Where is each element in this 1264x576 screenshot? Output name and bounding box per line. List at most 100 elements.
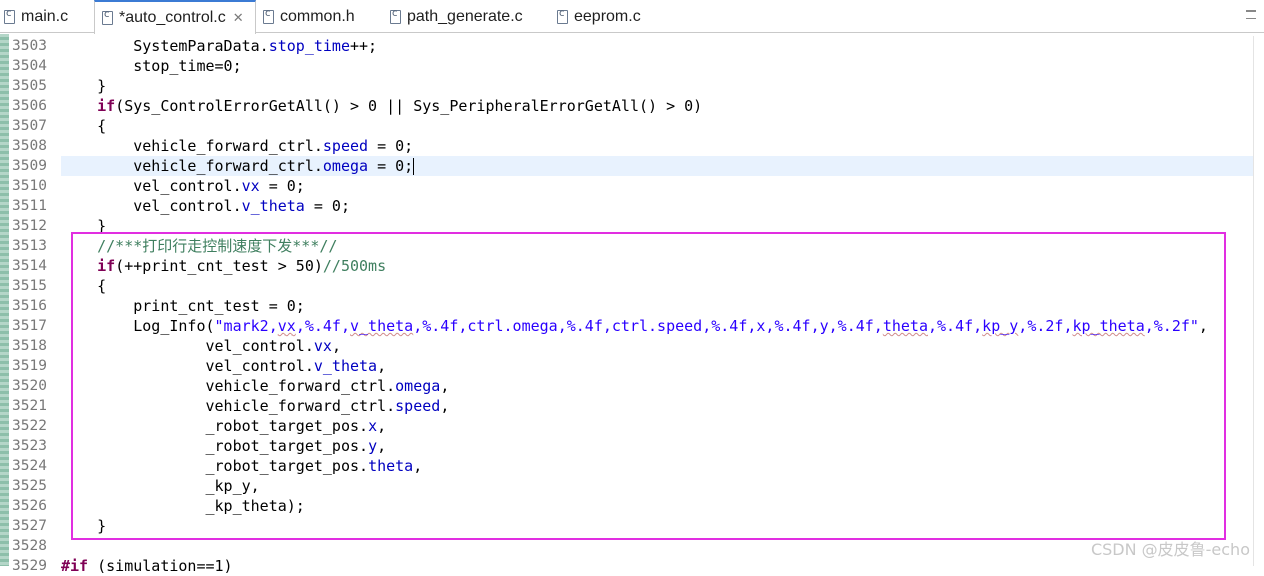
- code-text: = 0;: [368, 157, 414, 175]
- code-line[interactable]: 3505 }: [0, 76, 1256, 96]
- tab-common-h[interactable]: common.h: [263, 0, 355, 33]
- code-text: ,: [331, 337, 341, 355]
- string-literal: theta: [882, 317, 928, 335]
- code-text: }: [97, 77, 107, 95]
- code-line[interactable]: 3528: [0, 536, 1256, 556]
- code-line[interactable]: 3508 vehicle_forward_ctrl.speed = 0;: [0, 136, 1256, 156]
- tab-main-c[interactable]: main.c: [4, 0, 68, 33]
- line-number: 3522: [12, 418, 47, 434]
- code-text: ,: [1198, 317, 1208, 335]
- code-line[interactable]: 3519 vel_control.v_theta,: [0, 356, 1256, 376]
- string-literal: "mark2,: [214, 317, 278, 335]
- code-line[interactable]: 3522 _robot_target_pos.x,: [0, 416, 1256, 436]
- field-name: vx: [241, 177, 260, 195]
- c-file-icon: [4, 8, 15, 24]
- code-line[interactable]: 3527 }: [0, 516, 1256, 536]
- code-content: if(++print_cnt_test > 50)//500ms: [61, 256, 386, 276]
- vertical-scrollbar[interactable]: [1253, 36, 1264, 566]
- code-line[interactable]: 3511 vel_control.v_theta = 0;: [0, 196, 1256, 216]
- code-content: }: [61, 216, 106, 236]
- code-line[interactable]: 3509 vehicle_forward_ctrl.omega = 0;: [0, 156, 1256, 176]
- editor-tab-bar: main.c *auto_control.c ✕ common.h path_g…: [0, 0, 1264, 34]
- code-line[interactable]: 3506 if(Sys_ControlErrorGetAll() > 0 || …: [0, 96, 1256, 116]
- code-line[interactable]: 3510 vel_control.vx = 0;: [0, 176, 1256, 196]
- code-text: ++;: [350, 37, 378, 55]
- tab-eeprom-c[interactable]: eeprom.c: [557, 0, 641, 33]
- field-name: omega: [322, 157, 369, 175]
- code-line[interactable]: 3529 #if (simulation==1): [0, 556, 1256, 576]
- code-text: vel_control.: [205, 357, 314, 375]
- c-file-icon: [557, 8, 568, 24]
- line-number: 3503: [12, 38, 47, 54]
- tab-auto-control-c[interactable]: *auto_control.c ✕: [94, 0, 256, 34]
- code-line[interactable]: 3507 {: [0, 116, 1256, 136]
- string-literal: ,%.4f,: [295, 317, 350, 335]
- line-number: 3509: [12, 158, 47, 174]
- code-text: _robot_target_pos.: [205, 417, 369, 435]
- string-literal: v_theta: [350, 317, 414, 335]
- code-line[interactable]: 3516 print_cnt_test = 0;: [0, 296, 1256, 316]
- code-text: vehicle_forward_ctrl.: [133, 137, 323, 155]
- code-text: {: [97, 117, 107, 135]
- close-icon[interactable]: ✕: [233, 11, 244, 26]
- line-number: 3529: [12, 558, 47, 574]
- code-text: ,: [413, 457, 423, 475]
- code-text: _robot_target_pos.: [205, 457, 369, 475]
- code-line[interactable]: 3526 _kp_theta);: [0, 496, 1256, 516]
- line-number: 3525: [12, 478, 47, 494]
- code-text: }: [97, 217, 107, 235]
- code-line[interactable]: 3523 _robot_target_pos.y,: [0, 436, 1256, 456]
- code-text: vel_control.: [133, 177, 242, 195]
- field-name: v_theta: [241, 197, 305, 215]
- code-text: = 0;: [304, 197, 350, 215]
- code-text: (simulation==1): [88, 557, 233, 575]
- line-number: 3505: [12, 78, 47, 94]
- code-editor[interactable]: 3503 SystemParaData.stop_time++; 3504 sto…: [0, 36, 1256, 576]
- code-line[interactable]: 3520 vehicle_forward_ctrl.omega,: [0, 376, 1256, 396]
- string-literal: kp_theta: [1072, 317, 1145, 335]
- code-text: Log_Info(: [133, 317, 215, 335]
- code-line[interactable]: 3512 }: [0, 216, 1256, 236]
- string-literal: ,%.4f,ctrl.omega,%.4f,ctrl.speed,%.4f,x,…: [413, 317, 883, 335]
- string-literal: ,%.2f,: [1018, 317, 1073, 335]
- line-number: 3516: [12, 298, 47, 314]
- code-text: (++print_cnt_test > 50): [115, 257, 323, 275]
- code-line[interactable]: 3518 vel_control.vx,: [0, 336, 1256, 356]
- code-line[interactable]: 3513 //***打印行走控制速度下发***//: [0, 236, 1256, 256]
- string-literal: ,%.4f,: [927, 317, 983, 335]
- tab-path-generate-c[interactable]: path_generate.c: [390, 0, 523, 33]
- code-line[interactable]: 3521 vehicle_forward_ctrl.speed,: [0, 396, 1256, 416]
- code-line[interactable]: 3525 _kp_y,: [0, 476, 1256, 496]
- code-line[interactable]: 3514 if(++print_cnt_test > 50)//500ms: [0, 256, 1256, 276]
- line-number: 3523: [12, 438, 47, 454]
- keyword: #if: [61, 557, 89, 575]
- code-line[interactable]: 3504 stop_time=0;: [0, 56, 1256, 76]
- field-name: v_theta: [313, 357, 378, 375]
- code-text: = 0;: [368, 137, 414, 155]
- code-text: vel_control.: [133, 197, 242, 215]
- string-literal: kp_y: [982, 317, 1019, 335]
- code-text: {: [97, 277, 107, 295]
- minimize-icon[interactable]: [1246, 10, 1256, 19]
- code-line[interactable]: 3517 Log_Info("mark2,vx,%.4f,v_theta,%.4…: [0, 316, 1256, 336]
- field-name: theta: [368, 457, 414, 475]
- code-line[interactable]: 3503 SystemParaData.stop_time++;: [0, 36, 1256, 56]
- code-line[interactable]: 3515 {: [0, 276, 1256, 296]
- comment: //***打印行走控制速度下发***//: [97, 237, 338, 255]
- code-line[interactable]: 3524 _robot_target_pos.theta,: [0, 456, 1256, 476]
